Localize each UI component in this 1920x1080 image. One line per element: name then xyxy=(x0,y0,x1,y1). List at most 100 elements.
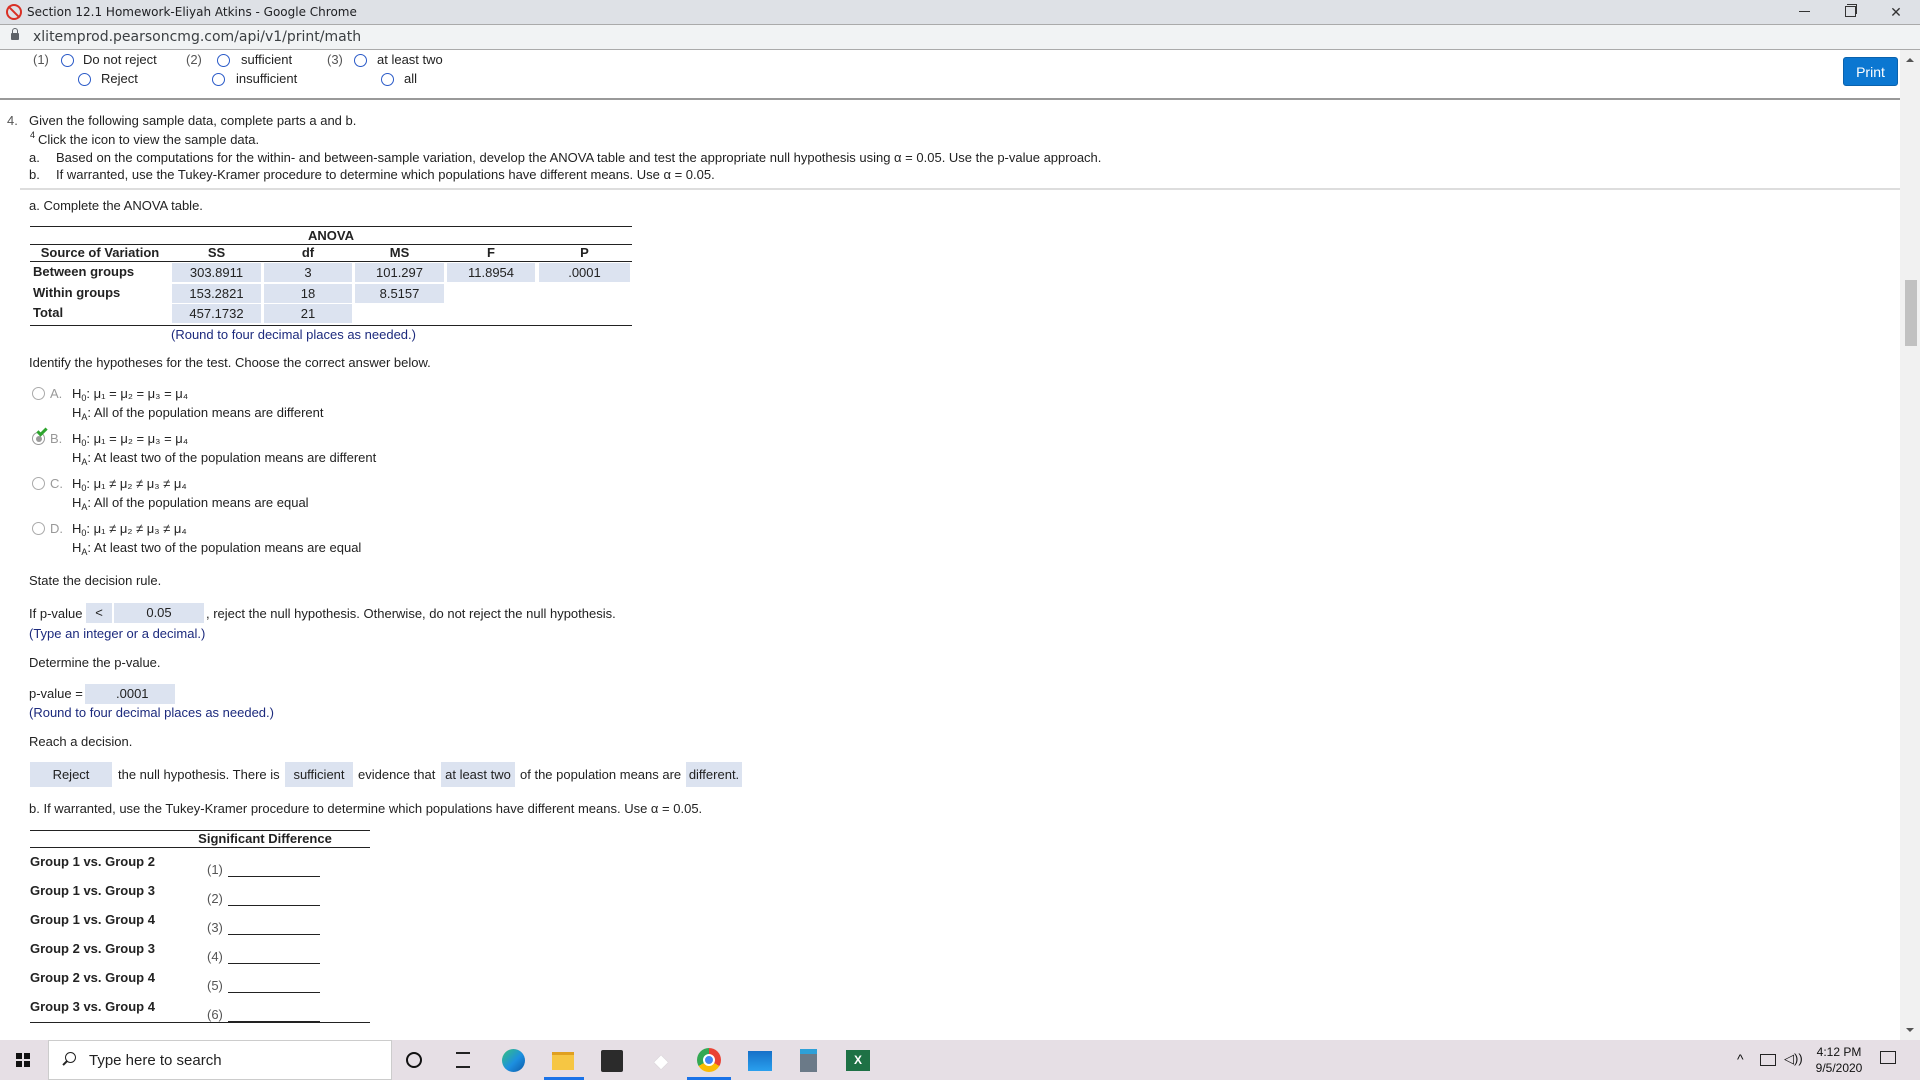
part-b-heading: b. If warranted, use the Tukey-Kramer pr… xyxy=(29,801,703,816)
url-text[interactable]: xlitemprod.pearsoncmg.com/api/v1/print/m… xyxy=(33,29,361,45)
divider xyxy=(0,98,1900,100)
p-value-hint: (Round to four decimal places as needed.… xyxy=(29,705,274,720)
search-icon xyxy=(65,1052,76,1063)
h0-statement: μ₁ = μ₂ = μ₃ = μ₄ xyxy=(93,386,189,401)
df-within-input[interactable]: 18 xyxy=(264,284,352,303)
part-a-text: Based on the computations for the within… xyxy=(56,150,1102,165)
radio-d[interactable] xyxy=(32,522,45,535)
address-bar[interactable]: xlitemprod.pearsoncmg.com/api/v1/print/m… xyxy=(0,24,1920,50)
tukey-header: Significant Difference xyxy=(198,831,332,846)
ha-statement: At least two of the population means are… xyxy=(93,450,377,465)
answer-blank-5[interactable] xyxy=(228,992,320,993)
answer-blank-4[interactable] xyxy=(228,963,320,964)
ms-within-input[interactable]: 8.5157 xyxy=(355,284,444,303)
h0-text: H0: μ₁ ≠ μ₂ ≠ μ₃ ≠ μ₄ xyxy=(72,521,187,538)
ss-within-input[interactable]: 153.2821 xyxy=(172,284,261,303)
search-placeholder: Type here to search xyxy=(89,1052,222,1069)
excel-icon[interactable]: X xyxy=(846,1050,870,1071)
answer-blank-2[interactable] xyxy=(228,905,320,906)
legend-option: sufficient xyxy=(241,52,293,67)
df-total-input[interactable]: 21 xyxy=(264,304,352,323)
taskbar-search-box[interactable]: Type here to search xyxy=(48,1040,392,1080)
h0-text: H0: μ₁ ≠ μ₂ ≠ μ₃ ≠ μ₄ xyxy=(72,476,187,493)
legend-option: all xyxy=(404,71,418,86)
col-header-ms: MS xyxy=(389,245,410,260)
option-letter: A. xyxy=(50,386,63,401)
legend-radio xyxy=(61,54,74,67)
table-rule xyxy=(30,325,632,326)
row-label: Within groups xyxy=(33,285,121,300)
f-input[interactable]: 11.8954 xyxy=(447,263,535,282)
p-value-prompt: Determine the p-value. xyxy=(29,655,161,670)
decision-rule-prefix: If p-value xyxy=(29,606,83,621)
col-header-source: Source of Variation xyxy=(40,245,160,260)
comparison-label: Group 1 vs. Group 2 xyxy=(30,854,155,869)
ha-text: HA: All of the population means are equa… xyxy=(72,495,309,512)
scroll-up-arrow-icon[interactable] xyxy=(1906,58,1914,62)
close-icon: ✕ xyxy=(1890,4,1902,20)
close-button[interactable]: ✕ xyxy=(1873,0,1919,24)
radio-c[interactable] xyxy=(32,477,45,490)
dropbox-icon[interactable]: ◆ xyxy=(651,1051,671,1071)
clock-date[interactable]: 9/5/2020 xyxy=(1812,1061,1866,1075)
scroll-thumb[interactable] xyxy=(1905,280,1917,346)
legend-radio xyxy=(217,54,230,67)
ss-between-input[interactable]: 303.8911 xyxy=(172,263,261,282)
network-icon[interactable] xyxy=(1760,1054,1776,1066)
microsoft-store-icon[interactable] xyxy=(601,1050,623,1072)
answer-num: (5) xyxy=(207,978,223,993)
p-input[interactable]: .0001 xyxy=(539,263,630,282)
ss-total-input[interactable]: 457.1732 xyxy=(172,304,261,323)
vertical-scrollbar[interactable] xyxy=(1900,50,1920,1040)
cortana-icon[interactable] xyxy=(406,1052,422,1068)
table-rule xyxy=(30,1022,370,1023)
action-center-icon[interactable] xyxy=(1880,1051,1896,1064)
task-view-icon[interactable] xyxy=(456,1052,470,1068)
df-between-input[interactable]: 3 xyxy=(264,263,352,282)
file-explorer-icon[interactable] xyxy=(552,1052,574,1070)
question-number: 4. xyxy=(7,113,18,128)
windows-start-icon[interactable] xyxy=(16,1053,30,1067)
comparison-label: Group 3 vs. Group 4 xyxy=(30,999,155,1014)
decision-dropdown-2[interactable]: sufficient xyxy=(285,762,353,787)
print-button[interactable]: Print xyxy=(1843,57,1898,86)
clock-time[interactable]: 4:12 PM xyxy=(1814,1045,1864,1059)
radio-a[interactable] xyxy=(32,387,45,400)
table-rule xyxy=(30,847,370,848)
chrome-icon[interactable] xyxy=(697,1048,721,1072)
scroll-down-arrow-icon[interactable] xyxy=(1906,1028,1914,1032)
minimize-button[interactable] xyxy=(1781,0,1827,24)
hypotheses-prompt: Identify the hypotheses for the test. Ch… xyxy=(29,355,431,370)
legend-radio xyxy=(78,73,91,86)
mail-icon[interactable] xyxy=(748,1051,772,1071)
ms-between-input[interactable]: 101.297 xyxy=(355,263,444,282)
p-value-input[interactable]: .0001 xyxy=(85,684,175,704)
decision-dropdown-4[interactable]: different. xyxy=(686,762,742,787)
decision-rule-suffix: , reject the null hypothesis. Otherwise,… xyxy=(206,606,616,621)
footnote-link[interactable]: Click the icon to view the sample data. xyxy=(38,132,259,147)
restore-button[interactable] xyxy=(1827,0,1873,24)
col-header-f: F xyxy=(487,245,495,260)
h0-text: H0: μ₁ = μ₂ = μ₃ = μ₄ xyxy=(72,386,189,403)
h0-text: H0: μ₁ = μ₂ = μ₃ = μ₄ xyxy=(72,431,189,448)
decision-dropdown-3[interactable]: at least two xyxy=(441,762,515,787)
show-hidden-icons-icon[interactable]: ^ xyxy=(1737,1051,1744,1067)
legend-option: insufficient xyxy=(236,71,298,86)
operator-select[interactable]: < xyxy=(86,603,112,623)
answer-blank-1[interactable] xyxy=(228,876,320,877)
legend-option: at least two xyxy=(377,52,443,67)
edge-icon[interactable] xyxy=(502,1049,525,1072)
row-label: Total xyxy=(33,305,64,320)
blocked-site-icon xyxy=(6,4,22,20)
h0-statement: μ₁ = μ₂ = μ₃ = μ₄ xyxy=(93,431,189,446)
col-header-df: df xyxy=(301,245,315,260)
page-content: (1) Do not reject Reject (2) sufficient … xyxy=(0,50,1900,1040)
alpha-input[interactable]: 0.05 xyxy=(114,603,204,623)
volume-icon[interactable]: ◁)) xyxy=(1784,1051,1803,1067)
calculator-icon[interactable] xyxy=(800,1049,817,1072)
answer-blank-3[interactable] xyxy=(228,934,320,935)
legend-radio xyxy=(354,54,367,67)
decision-text: of the population means are xyxy=(520,767,682,782)
decision-dropdown-1[interactable]: Reject xyxy=(30,762,112,787)
decision-rule-prompt: State the decision rule. xyxy=(29,573,162,588)
